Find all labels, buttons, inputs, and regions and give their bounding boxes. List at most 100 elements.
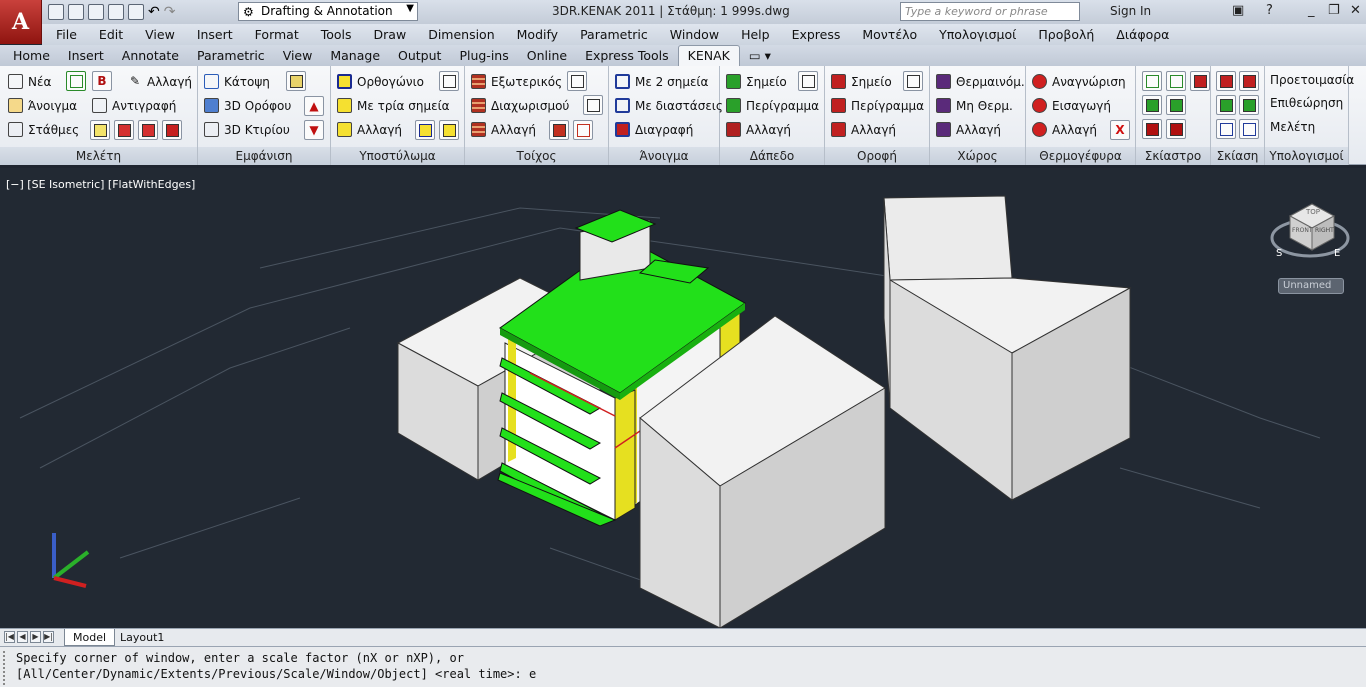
column-yellow-icon[interactable] xyxy=(415,120,435,140)
wall-red2-icon[interactable] xyxy=(573,120,593,140)
prepare-button[interactable]: Προετοιμασία xyxy=(1270,73,1354,87)
menu-item-11[interactable]: Help xyxy=(727,27,778,42)
viewcube-top[interactable]: TOP xyxy=(1306,208,1320,216)
study-button[interactable]: Μελέτη xyxy=(1270,120,1315,134)
tab-4[interactable]: View xyxy=(274,46,322,66)
ceiling-point-button[interactable]: Σημείο xyxy=(831,74,892,89)
help-icon[interactable]: ? xyxy=(1266,3,1273,18)
unheated-button[interactable]: Μη Θερμ. xyxy=(936,98,1013,113)
shading-2-icon[interactable] xyxy=(1239,71,1259,91)
model-canvas[interactable] xyxy=(0,168,1366,628)
tab-model[interactable]: Model xyxy=(64,629,116,646)
shade-2-icon[interactable] xyxy=(1166,71,1186,91)
change-button[interactable]: ✎ Αλλαγή xyxy=(130,74,192,89)
wall-change-button[interactable]: Αλλαγή xyxy=(471,122,536,137)
menu-item-14[interactable]: Υπολογισμοί xyxy=(925,27,1024,42)
levels-button[interactable]: Στάθμες xyxy=(8,122,79,137)
shade-5-icon[interactable] xyxy=(1166,95,1186,115)
menu-item-9[interactable]: Parametric xyxy=(566,27,656,42)
close-icon[interactable]: ✕ xyxy=(1350,3,1361,18)
tab-6[interactable]: Output xyxy=(389,46,450,66)
bridge-insert-button[interactable]: Εισαγωγή xyxy=(1032,98,1111,113)
floor-properties-icon[interactable] xyxy=(798,71,818,91)
report-icon[interactable] xyxy=(90,120,110,140)
viewcube-right[interactable]: RIGHT xyxy=(1315,227,1334,234)
shading-3-icon[interactable] xyxy=(1216,95,1236,115)
heated-button[interactable]: Θερμαινόμ. xyxy=(936,74,1025,89)
command-line[interactable]: Specify corner of window, enter a scale … xyxy=(0,646,1366,687)
table-icon[interactable] xyxy=(162,120,182,140)
menu-item-6[interactable]: Draw xyxy=(360,27,415,42)
menu-item-16[interactable]: Διάφορα xyxy=(1102,27,1177,42)
minimize-icon[interactable]: _ xyxy=(1308,3,1315,18)
level-up-icon[interactable]: ▲ xyxy=(304,96,324,116)
save-as-icon[interactable] xyxy=(108,4,124,20)
tab-8[interactable]: Online xyxy=(518,46,576,66)
first-layout-icon[interactable]: |◀ xyxy=(4,631,15,643)
ceiling-properties-icon[interactable] xyxy=(903,71,923,91)
tab-layout1[interactable]: Layout1 xyxy=(112,629,172,646)
viewport-label[interactable]: [−] [SE Isometric] [FlatWithEdges] xyxy=(6,178,195,191)
shading-6-icon[interactable] xyxy=(1239,119,1259,139)
column-rect-button[interactable]: Ορθογώνιο xyxy=(337,74,424,89)
space-change-button[interactable]: Αλλαγή xyxy=(936,122,1001,137)
shading-5-icon[interactable] xyxy=(1216,119,1236,139)
shade-3-icon[interactable] xyxy=(1190,71,1210,91)
bridge-change-button[interactable]: Αλλαγή xyxy=(1032,122,1097,137)
next-layout-icon[interactable]: ▶ xyxy=(30,631,41,643)
shade-6-icon[interactable] xyxy=(1142,119,1162,139)
menu-item-4[interactable]: Format xyxy=(241,27,307,42)
shading-1-icon[interactable] xyxy=(1216,71,1236,91)
new-button[interactable]: Νέα xyxy=(8,74,51,89)
workspace-dropdown[interactable]: ⚙ Drafting & Annotation ▼ xyxy=(238,2,418,21)
new-file-icon[interactable] xyxy=(48,4,64,20)
tab-7[interactable]: Plug-ins xyxy=(450,46,517,66)
select-icon[interactable] xyxy=(66,71,86,91)
shading-4-icon[interactable] xyxy=(1239,95,1259,115)
ceiling-outline-button[interactable]: Περίγραμμα xyxy=(831,98,924,113)
search-input[interactable]: Type a keyword or phrase xyxy=(900,2,1080,21)
tab-5[interactable]: Manage xyxy=(321,46,389,66)
menu-item-1[interactable]: Edit xyxy=(85,27,131,42)
menu-item-12[interactable]: Express xyxy=(778,27,849,42)
menu-item-7[interactable]: Dimension xyxy=(414,27,502,42)
menu-item-3[interactable]: Insert xyxy=(183,27,241,42)
ucs-dropdown[interactable]: Unnamed xyxy=(1278,278,1344,294)
redo-icon[interactable]: ↷ xyxy=(164,4,176,20)
tab-9[interactable]: Express Tools xyxy=(576,46,678,66)
viewcube-front[interactable]: FRONT xyxy=(1292,227,1313,234)
layers-icon[interactable] xyxy=(286,71,306,91)
print-red-icon[interactable] xyxy=(114,120,134,140)
command-grip-handle[interactable] xyxy=(3,651,11,685)
sign-in-link[interactable]: Sign In xyxy=(1110,4,1151,18)
opening-dims-button[interactable]: Με διαστάσεις xyxy=(615,98,723,113)
exchange-icon[interactable]: ▣ xyxy=(1232,3,1244,18)
wall-red-icon[interactable] xyxy=(549,120,569,140)
shade-7-icon[interactable] xyxy=(1166,119,1186,139)
floor-change-button[interactable]: Αλλαγή xyxy=(726,122,791,137)
tab-10[interactable]: KENAK xyxy=(677,45,740,66)
drawing-viewport[interactable]: [−] [SE Isometric] [FlatWithEdges] S E T… xyxy=(0,168,1366,628)
shade-4-icon[interactable] xyxy=(1142,95,1162,115)
building-3d-button[interactable]: 3D Κτιρίου xyxy=(204,122,290,137)
column-change-button[interactable]: Αλλαγή xyxy=(337,122,402,137)
delete-x-icon[interactable]: X xyxy=(1110,120,1130,140)
tab-3[interactable]: Parametric xyxy=(188,46,274,66)
wall-properties2-icon[interactable] xyxy=(583,95,603,115)
shade-1-icon[interactable] xyxy=(1142,71,1162,91)
opening-two-button[interactable]: Με 2 σημεία xyxy=(615,74,708,89)
restore-icon[interactable]: ❐ xyxy=(1328,3,1340,18)
print-icon[interactable] xyxy=(128,4,144,20)
menu-item-13[interactable]: Μοντέλο xyxy=(848,27,925,42)
bold-b-icon[interactable]: B xyxy=(92,71,112,91)
application-menu-button[interactable]: A xyxy=(0,0,42,44)
ceiling-change-button[interactable]: Αλλαγή xyxy=(831,122,896,137)
menu-item-15[interactable]: Προβολή xyxy=(1024,27,1102,42)
command-prompt-line[interactable]: [All/Center/Dynamic/Extents/Previous/Sca… xyxy=(16,667,536,681)
opening-delete-button[interactable]: Διαγραφή xyxy=(615,122,693,137)
floor-outline-button[interactable]: Περίγραμμα xyxy=(726,98,819,113)
plan-view-button[interactable]: Κάτοψη xyxy=(204,74,270,89)
menu-item-8[interactable]: Modify xyxy=(503,27,566,42)
ribbon-options-icon[interactable]: ▭ ▾ xyxy=(740,46,780,66)
save-icon[interactable] xyxy=(88,4,104,20)
